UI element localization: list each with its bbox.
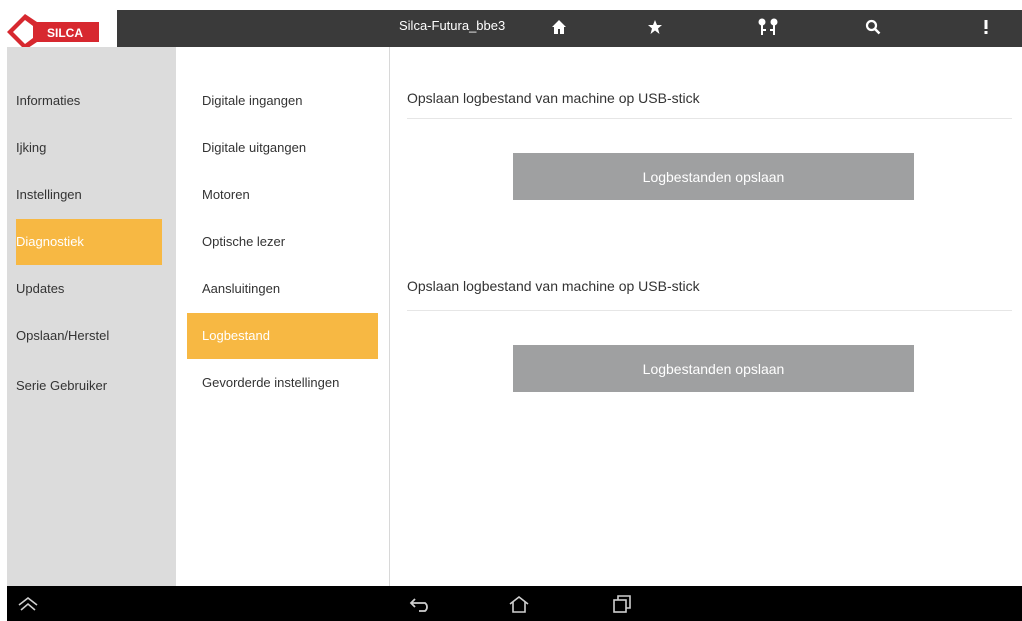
keyboard-hide-icon[interactable] [13, 591, 43, 617]
keys-icon[interactable] [748, 12, 788, 42]
submenu-item-aansluitingen[interactable]: Aansluitingen [187, 266, 378, 312]
system-navigation-bar [7, 586, 1022, 621]
home-icon[interactable] [539, 12, 579, 42]
divider [407, 310, 1012, 311]
save-logfiles-button[interactable]: Logbestanden opslaan [513, 345, 914, 392]
section-title: Opslaan logbestand van machine op USB-st… [407, 278, 700, 294]
sidebar-item-serie-gebruiker[interactable]: Serie Gebruiker [16, 363, 162, 409]
submenu-item-gevorderde-instellingen[interactable]: Gevorderde instellingen [187, 360, 378, 406]
sidebar-item-updates[interactable]: Updates [16, 266, 162, 312]
recent-apps-icon[interactable] [607, 591, 637, 617]
home-outline-icon[interactable] [504, 591, 534, 617]
search-icon[interactable] [853, 12, 893, 42]
submenu-item-logbestand[interactable]: Logbestand [187, 313, 378, 359]
sidebar-item-instellingen[interactable]: Instellingen [16, 172, 162, 218]
section-title: Opslaan logbestand van machine op USB-st… [407, 90, 700, 106]
sidebar-item-opslaan-herstel[interactable]: Opslaan/Herstel [16, 313, 162, 359]
logfile-panel: Opslaan logbestand van machine op USB-st… [390, 47, 1022, 586]
svg-text:SILCA: SILCA [47, 26, 83, 40]
submenu-item-optische-lezer[interactable]: Optische lezer [187, 219, 378, 265]
submenu-item-digitale-uitgangen[interactable]: Digitale uitgangen [187, 125, 378, 171]
sidebar-item-diagnostiek[interactable]: Diagnostiek [16, 219, 162, 265]
more-vert-icon[interactable] [966, 12, 1006, 42]
sidebar-item-ijking[interactable]: Ijking [16, 125, 162, 171]
diagnostics-submenu: Digitale ingangen Digitale uitgangen Mot… [176, 47, 390, 586]
back-icon[interactable] [406, 591, 436, 617]
sidebar-item-informaties[interactable]: Informaties [16, 78, 162, 124]
star-icon[interactable] [635, 12, 675, 42]
device-name: Silca-Futura_bbe3 [399, 18, 506, 33]
save-logfiles-button[interactable]: Logbestanden opslaan [513, 153, 914, 200]
settings-sidebar: Informaties Ijking Instellingen Diagnost… [7, 47, 176, 586]
submenu-item-motoren[interactable]: Motoren [187, 172, 378, 218]
top-bar: SILCA Silca-Futura_bbe3 [7, 10, 1022, 55]
divider [407, 118, 1012, 119]
submenu-item-digitale-ingangen[interactable]: Digitale ingangen [187, 78, 378, 124]
